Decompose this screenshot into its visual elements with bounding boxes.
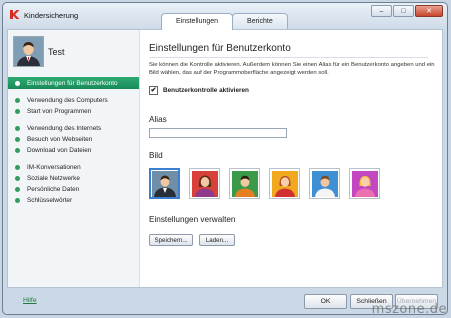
sidebar-item-label: Besuch von Webseiten xyxy=(27,136,93,143)
ok-button[interactable]: OK xyxy=(304,294,347,309)
tab-bar: Einstellungen Berichte xyxy=(161,13,288,30)
sidebar-item-computer[interactable]: Verwendung des Computers xyxy=(8,95,139,106)
sidebar-item-label: Einstellungen für Benutzerkonto xyxy=(27,79,118,87)
sidebar-item-label: Schlüsselwörter xyxy=(27,197,73,204)
sidebar-item-label: Verwendung des Internets xyxy=(27,125,102,132)
sidebar-item-label: Download von Dateien xyxy=(27,147,92,154)
sidebar-item-label: Verwendung des Computers xyxy=(27,97,108,104)
window-controls: – □ ✕ xyxy=(371,5,443,17)
boy-icon xyxy=(231,170,258,197)
picture-option-boy[interactable] xyxy=(229,168,260,199)
bullet-icon xyxy=(15,198,20,203)
sidebar-item-label: Persönliche Daten xyxy=(27,186,80,193)
title-bar: Kindersicherung Einstellungen Berichte –… xyxy=(3,3,447,30)
sidebar-item-soziale-netzwerke[interactable]: Soziale Netzwerke xyxy=(8,173,139,184)
tab-einstellungen[interactable]: Einstellungen xyxy=(161,13,234,30)
close-window-button[interactable]: ✕ xyxy=(415,5,443,17)
bullet-icon xyxy=(15,109,20,114)
avatar xyxy=(13,36,44,67)
sidebar: Test Einstellungen für Benutzerkonto Ver… xyxy=(8,30,140,287)
watermark: mszone.de xyxy=(371,302,447,317)
maximize-button[interactable]: □ xyxy=(393,5,414,17)
manage-settings-heading: Einstellungen verwalten xyxy=(149,215,236,224)
sidebar-item-label: Soziale Netzwerke xyxy=(27,175,80,182)
bullet-icon xyxy=(15,137,20,142)
app-window: Kindersicherung Einstellungen Berichte –… xyxy=(2,2,448,315)
sidebar-item-label: IM-Konversationen xyxy=(27,164,81,171)
bullet-icon xyxy=(15,176,20,181)
minimize-button[interactable]: – xyxy=(371,5,392,17)
sidebar-item-benutzerkonto[interactable]: Einstellungen für Benutzerkonto xyxy=(8,77,139,89)
sidebar-item-im[interactable]: IM-Konversationen xyxy=(8,162,139,173)
bullet-icon xyxy=(15,126,20,131)
content-area: Test Einstellungen für Benutzerkonto Ver… xyxy=(7,29,443,288)
window-title: Kindersicherung xyxy=(24,11,79,20)
sidebar-item-label: Start von Programmen xyxy=(27,108,92,115)
sidebar-item-schluesselwoerter[interactable]: Schlüsselwörter xyxy=(8,195,139,206)
sidebar-item-webseiten[interactable]: Besuch von Webseiten xyxy=(8,134,139,145)
picture-option-girl-pink[interactable] xyxy=(349,168,380,199)
girl-icon xyxy=(271,170,298,197)
sidebar-nav: Einstellungen für Benutzerkonto Verwendu… xyxy=(8,77,139,206)
user-name: Test xyxy=(48,47,65,57)
enable-control-checkbox[interactable]: ✔ xyxy=(149,86,158,95)
picture-option-woman[interactable] xyxy=(189,168,220,199)
description-text: Sie können die Kontrolle aktivieren. Auß… xyxy=(149,62,435,76)
bullet-icon xyxy=(15,165,20,170)
picture-selector xyxy=(149,168,380,199)
picture-option-girl[interactable] xyxy=(269,168,300,199)
user-avatar-icon xyxy=(14,37,43,66)
picture-heading: Bild xyxy=(149,151,163,160)
divider xyxy=(149,57,428,58)
load-settings-button[interactable]: Laden... xyxy=(199,234,235,246)
bullet-icon xyxy=(15,80,20,86)
checkbox-label: Benutzerkontrolle aktivieren xyxy=(163,87,249,94)
sidebar-item-internet[interactable]: Verwendung des Internets xyxy=(8,123,139,134)
save-settings-button[interactable]: Speichern... xyxy=(149,234,193,246)
help-link[interactable]: Hilfe xyxy=(23,297,37,304)
tab-berichte[interactable]: Berichte xyxy=(232,13,288,29)
picture-option-child[interactable] xyxy=(309,168,340,199)
bullet-icon xyxy=(15,148,20,153)
woman-icon xyxy=(191,170,218,197)
sidebar-item-dateien[interactable]: Download von Dateien xyxy=(8,145,139,156)
bullet-icon xyxy=(15,98,20,103)
child-icon xyxy=(311,170,338,197)
alias-heading: Alias xyxy=(149,115,167,124)
picture-option-man[interactable] xyxy=(149,168,180,199)
app-logo-icon xyxy=(10,10,20,19)
alias-input[interactable] xyxy=(149,128,287,138)
girl-pink-icon xyxy=(351,170,378,197)
sidebar-item-persoenliche-daten[interactable]: Persönliche Daten xyxy=(8,184,139,195)
sidebar-item-programme[interactable]: Start von Programmen xyxy=(8,106,139,117)
bullet-icon xyxy=(15,187,20,192)
enable-control-row[interactable]: ✔ Benutzerkontrolle aktivieren xyxy=(149,86,249,95)
page-title: Einstellungen für Benutzerkonto xyxy=(149,43,291,54)
main-panel: Einstellungen für Benutzerkonto Sie könn… xyxy=(140,30,442,287)
man-suit-icon xyxy=(151,170,178,197)
